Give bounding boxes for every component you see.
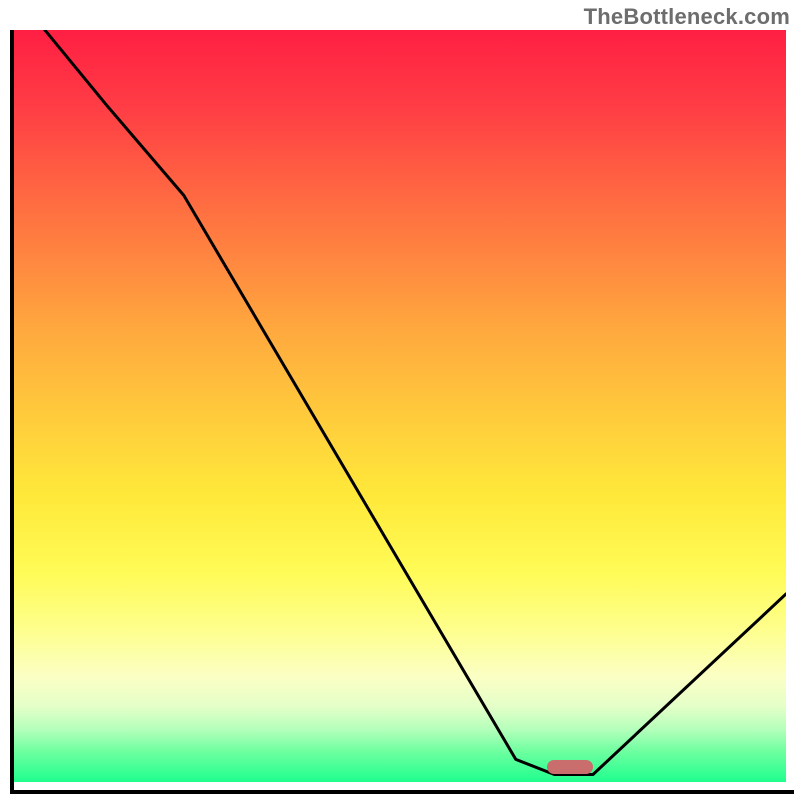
- curve-svg: [14, 30, 786, 782]
- minimum-marker: [547, 760, 593, 774]
- watermark-label: TheBottleneck.com: [584, 4, 790, 30]
- plot-area: [14, 30, 786, 782]
- x-axis-line: [10, 790, 794, 794]
- y-axis-line: [10, 30, 14, 790]
- chart-frame: TheBottleneck.com: [0, 0, 800, 800]
- curve-path: [14, 30, 786, 774]
- plot-outer: [10, 30, 790, 790]
